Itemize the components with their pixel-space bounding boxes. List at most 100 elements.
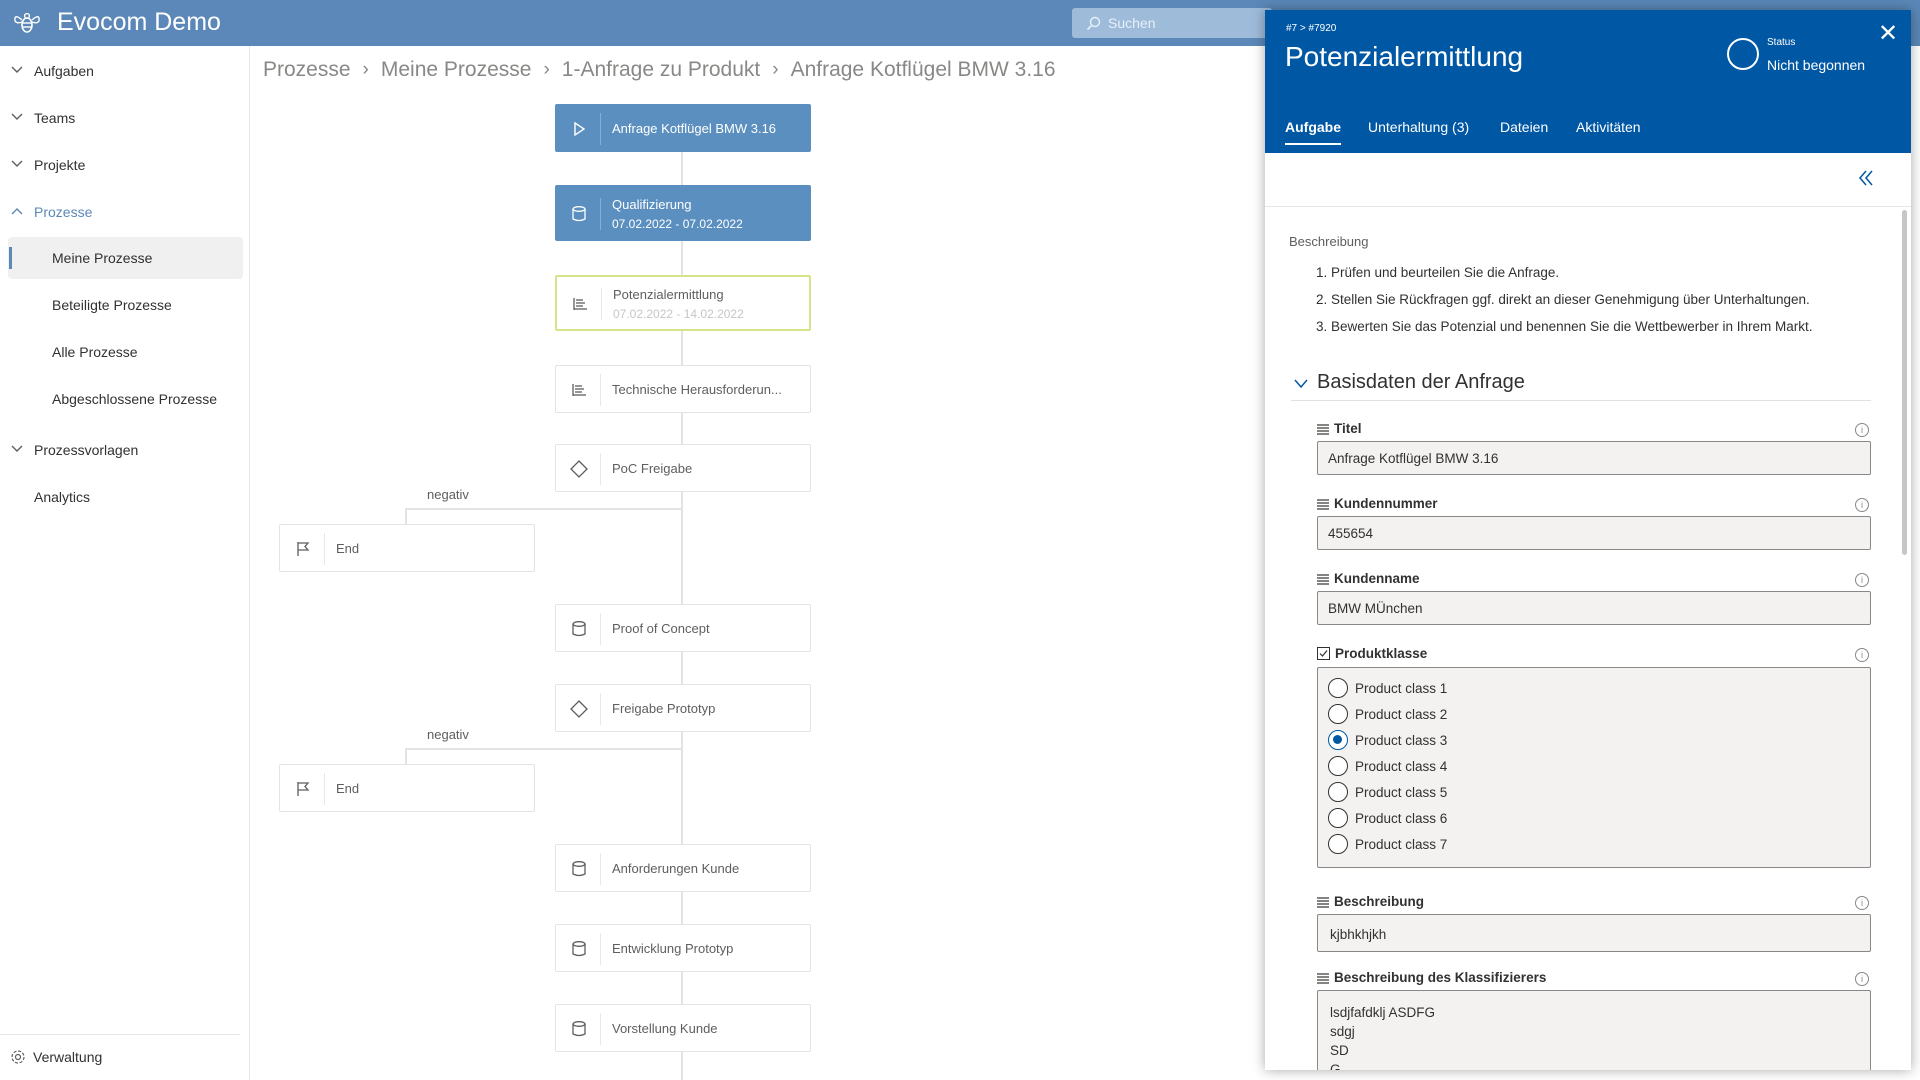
section-basisdaten[interactable]: Basisdaten der Anfrage [1291, 371, 1871, 401]
chevron-up-icon [11, 208, 23, 215]
sidebar-item-prozessvorlagen[interactable]: Prozessvorlagen [0, 430, 250, 470]
textarea-line: SD [1330, 1043, 1349, 1058]
flow-node-potenzialermittlung[interactable]: Potenzialermittlung 07.02.2022 - 14.02.2… [555, 275, 811, 331]
radio-circle-checked[interactable] [1328, 730, 1348, 750]
sidebar-item-meine-prozesse[interactable]: Meine Prozesse [8, 237, 243, 279]
database-icon [572, 621, 586, 637]
close-icon[interactable]: ✕ [1878, 22, 1898, 46]
breadcrumb-item[interactable]: Meine Prozesse [381, 58, 532, 82]
kundennummer-field[interactable]: 455654 [1317, 516, 1871, 550]
flow-node-anforderungen-kunde[interactable]: Anforderungen Kunde [555, 844, 811, 892]
node-label: Proof of Concept [612, 621, 710, 636]
radio-circle[interactable] [1328, 678, 1348, 698]
node-divider [324, 533, 325, 565]
branch-label: negativ [427, 727, 469, 742]
radio-option[interactable]: Product class 4 [1328, 756, 1447, 776]
collapse-bar [1265, 153, 1911, 207]
info-icon[interactable]: i [1855, 896, 1869, 910]
database-icon [572, 861, 586, 877]
scrollbar[interactable] [1902, 210, 1907, 555]
breadcrumb-item[interactable]: Anfrage Kotflügel BMW 3.16 [791, 58, 1056, 82]
chevron-down-icon [11, 445, 23, 452]
breadcrumb-item[interactable]: 1-Anfrage zu Produkt [562, 58, 760, 82]
branch-label: negativ [427, 487, 469, 502]
field-label-text: Titel [1334, 421, 1362, 436]
flow-node-vorstellung-kunde[interactable]: Vorstellung Kunde [555, 1004, 811, 1052]
flow-node-entwicklung-prototyp[interactable]: Entwicklung Prototyp [555, 924, 811, 972]
app-title[interactable]: Evocom Demo [57, 8, 221, 37]
radio-circle[interactable] [1328, 834, 1348, 854]
diamond-icon [570, 460, 588, 478]
flow-node-freigabe-prototyp[interactable]: Freigabe Prototyp [555, 684, 811, 732]
sidebar-item-prozesse[interactable]: Prozesse [0, 192, 250, 232]
sidebar-item-label: Alle Prozesse [52, 344, 138, 360]
status-label: Status [1767, 37, 1796, 48]
flow-node-qualifizierung[interactable]: Qualifizierung 07.02.2022 - 07.02.2022 [555, 185, 811, 241]
chevron-down-icon [11, 160, 23, 167]
radio-option[interactable]: Product class 2 [1328, 704, 1447, 724]
sidebar-item-beteiligte-prozesse[interactable]: Beteiligte Prozesse [8, 284, 243, 326]
text-lines-icon [1317, 896, 1329, 908]
flow-node-technische-herausforderungen[interactable]: Technische Herausforderun... [555, 365, 811, 413]
sidebar-item-teams[interactable]: Teams [0, 98, 250, 138]
sidebar-footer[interactable]: Verwaltung [0, 1034, 240, 1080]
list-icon [573, 298, 587, 310]
info-icon[interactable]: i [1855, 972, 1869, 986]
textarea-line: G [1330, 1062, 1341, 1070]
bee-logo-icon[interactable] [12, 9, 42, 37]
beschreibung-field[interactable]: kjbhkhjkh [1317, 914, 1871, 952]
info-icon[interactable]: i [1855, 498, 1869, 512]
info-icon[interactable]: i [1855, 423, 1869, 437]
flow-node-proof-of-concept[interactable]: Proof of Concept [555, 604, 811, 652]
database-icon [572, 1021, 586, 1037]
radio-label: Product class 6 [1355, 810, 1448, 826]
field-label-titel: Titel [1317, 421, 1362, 436]
task-detail-panel: #7 > #7920 Potenzialermittlung Status Ni… [1265, 10, 1911, 1070]
tab-aktivitaeten[interactable]: Aktivitäten [1576, 119, 1641, 135]
sidebar-item-abgeschlossene-prozesse[interactable]: Abgeschlossene Prozesse [8, 378, 243, 420]
sidebar-item-projekte[interactable]: Projekte [0, 145, 250, 185]
flow-node-poc-freigabe[interactable]: PoC Freigabe [555, 444, 811, 492]
text-lines-icon [1317, 498, 1329, 510]
radio-circle[interactable] [1328, 782, 1348, 802]
radio-circle[interactable] [1328, 808, 1348, 828]
double-chevron-left-icon[interactable] [1857, 169, 1875, 187]
sidebar-footer-label: Verwaltung [33, 1049, 103, 1065]
radio-circle[interactable] [1328, 704, 1348, 724]
field-label-text: Beschreibung [1334, 894, 1425, 909]
sidebar-item-alle-prozesse[interactable]: Alle Prozesse [8, 331, 243, 373]
gear-icon [11, 1050, 25, 1064]
breadcrumb-item[interactable]: Prozesse [263, 58, 351, 82]
task-id-breadcrumb[interactable]: #7 > #7920 [1286, 23, 1336, 34]
sidebar-item-aufgaben[interactable]: Aufgaben [0, 51, 250, 91]
chevron-right-icon: › [362, 59, 369, 80]
node-label: Freigabe Prototyp [612, 701, 716, 716]
info-icon[interactable]: i [1855, 648, 1869, 662]
produktklasse-radio-group: Product class 1 Product class 2 Product … [1317, 667, 1871, 868]
breadcrumb: Prozesse › Meine Prozesse › 1-Anfrage zu… [263, 58, 1056, 82]
flow-node-start[interactable]: Anfrage Kotflügel BMW 3.16 [555, 104, 811, 152]
flow-node-end[interactable]: End [279, 524, 535, 572]
database-icon [572, 941, 586, 957]
kundenname-field[interactable]: BMW MÜnchen [1317, 591, 1871, 625]
klassifizierer-textarea[interactable]: lsdjfafdklj ASDFG sdgj SD G [1317, 990, 1871, 1070]
list-icon [572, 384, 586, 396]
flow-node-end[interactable]: End [279, 764, 535, 812]
titel-field[interactable]: Anfrage Kotflügel BMW 3.16 [1317, 441, 1871, 475]
radio-option[interactable]: Product class 1 [1328, 678, 1447, 698]
tab-unterhaltung[interactable]: Unterhaltung (3) [1368, 119, 1469, 135]
description-title: Beschreibung [1289, 234, 1369, 249]
tab-aufgabe[interactable]: Aufgabe [1285, 119, 1341, 145]
radio-option[interactable]: Product class 7 [1328, 834, 1447, 854]
radio-option[interactable]: Product class 6 [1328, 808, 1447, 828]
sidebar-item-analytics[interactable]: Analytics [0, 477, 250, 517]
search-box[interactable]: Suchen [1072, 8, 1272, 38]
radio-option[interactable]: Product class 5 [1328, 782, 1447, 802]
status-value[interactable]: Nicht begonnen [1767, 57, 1865, 73]
info-icon[interactable]: i [1855, 573, 1869, 587]
radio-circle[interactable] [1328, 756, 1348, 776]
radio-option-selected[interactable]: Product class 3 [1328, 730, 1447, 750]
tab-dateien[interactable]: Dateien [1500, 119, 1548, 135]
diamond-icon [570, 700, 588, 718]
status-circle-icon[interactable] [1727, 38, 1759, 70]
